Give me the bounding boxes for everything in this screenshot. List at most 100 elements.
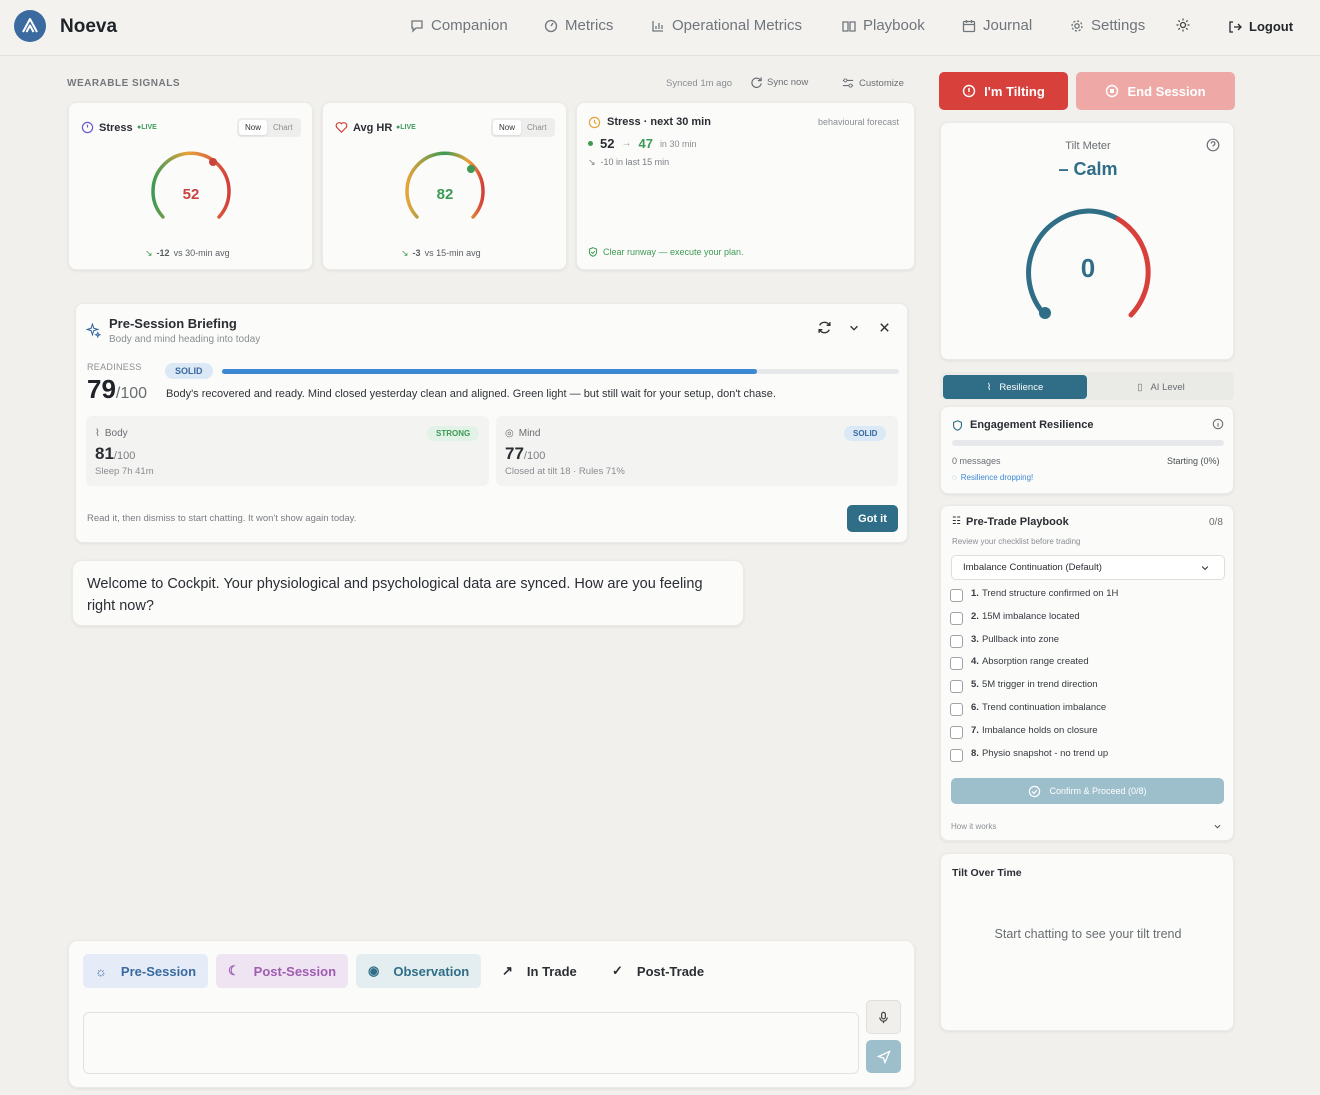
delta-value: -12: [156, 248, 170, 258]
engagement-title: Engagement Resilience: [970, 419, 1094, 431]
readiness-score: 79 /100: [87, 374, 147, 405]
dash-icon: –: [1058, 159, 1074, 179]
mind-label-row: ◎ Mind: [505, 428, 540, 439]
score-value: 77: [505, 444, 524, 463]
stress-card: Stress ●LIVE Now Chart 52 ↘ -12 vs 30-mi…: [68, 102, 313, 270]
phase-post-trade[interactable]: ✓ Post-Trade: [600, 954, 716, 988]
now-tab[interactable]: Now: [493, 120, 522, 135]
list-check-icon: ☷: [952, 516, 961, 527]
tilt-time-title: Tilt Over Time: [952, 867, 1022, 879]
chart-tab[interactable]: Chart: [267, 120, 299, 135]
warning-text: Resilience dropping!: [960, 473, 1034, 482]
item-text: Imbalance holds on closure: [981, 724, 1098, 736]
playbook-checkbox[interactable]: [950, 634, 963, 648]
tilting-label: I'm Tilting: [984, 83, 1045, 99]
item-number: 3.: [971, 633, 979, 645]
item-number: 7.: [971, 724, 979, 736]
playbook-checkbox[interactable]: [950, 611, 963, 625]
heart-icon: [335, 122, 348, 133]
body-score: 81 /100: [95, 444, 135, 464]
forecast-in: in 30 min: [659, 138, 697, 149]
top-bar: Noeva Companion Metrics Operational Metr…: [0, 0, 1320, 56]
message-input[interactable]: [83, 1012, 859, 1074]
nav-companion[interactable]: Companion: [410, 17, 508, 34]
playbook-checkbox[interactable]: [950, 748, 963, 762]
end-session-button[interactable]: End Session: [1076, 72, 1235, 110]
playbook-checkbox[interactable]: [950, 657, 963, 671]
tab-resilience[interactable]: ⌇ Resilience: [943, 375, 1087, 399]
item-text: 5M trigger in trend direction: [981, 679, 1098, 691]
moon-icon: ☾: [228, 963, 240, 978]
item-number: 5.: [971, 679, 979, 691]
sync-now-button[interactable]: Sync now: [750, 76, 808, 89]
sun-icon: [1176, 18, 1190, 32]
mind-card: ◎ Mind SOLID 77 /100 Closed at tilt 18 ·…: [496, 416, 898, 486]
chat-bubble-icon: [411, 19, 423, 33]
how-it-works-link[interactable]: How it works: [951, 822, 996, 831]
delta-value: -3: [412, 248, 421, 258]
view-toggle[interactable]: Now Chart: [491, 118, 555, 137]
send-button[interactable]: [866, 1040, 901, 1073]
check-circle-icon: ✓: [612, 963, 623, 978]
nav-journal[interactable]: Journal: [962, 17, 1032, 34]
forecast-card: Stress · next 30 min behavioural forecas…: [576, 102, 915, 270]
forecast-from: 52: [600, 136, 615, 151]
nav-label: Operational Metrics: [672, 17, 803, 34]
now-tab[interactable]: Now: [239, 120, 268, 135]
item-number: 1.: [971, 588, 979, 599]
theme-toggle[interactable]: [1176, 18, 1190, 32]
brain-icon: ◎: [505, 428, 514, 439]
stop-circle-icon: [1106, 84, 1119, 98]
chevron-down-icon: [1201, 566, 1209, 571]
got-it-button[interactable]: Got it: [847, 505, 898, 532]
score-max: /100: [523, 450, 546, 462]
phase-post-session[interactable]: ☾ Post-Session: [216, 954, 349, 988]
help-icon[interactable]: [1206, 138, 1220, 152]
gauge-icon: [81, 121, 94, 134]
phase-in-trade[interactable]: ↗ In Trade: [490, 954, 589, 988]
playbook-select[interactable]: Imbalance Continuation (Default): [951, 555, 1225, 580]
shield-icon: [953, 420, 962, 431]
stress-label: Stress: [99, 122, 133, 134]
playbook-item: 7. Imbalance holds on closure: [971, 725, 1098, 736]
close-icon[interactable]: [878, 321, 891, 334]
refresh-icon[interactable]: [817, 320, 832, 335]
playbook-item: 6. Trend continuation imbalance: [971, 702, 1106, 713]
playbook-checkbox[interactable]: [950, 725, 963, 739]
phase-observation[interactable]: ◉ Observation: [356, 954, 482, 988]
item-text: Absorption range created: [981, 656, 1089, 668]
trend-down-icon: ↘: [145, 248, 153, 258]
mic-button[interactable]: [866, 1000, 901, 1034]
nav-operational-metrics[interactable]: Operational Metrics: [651, 17, 802, 34]
nav-playbook[interactable]: Playbook: [842, 17, 925, 34]
tilt-over-time-card: Tilt Over Time Start chatting to see you…: [940, 853, 1234, 1031]
chevron-down-icon[interactable]: [848, 322, 860, 334]
playbook-checkbox[interactable]: [950, 589, 963, 602]
confirm-proceed-button[interactable]: Confirm & Proceed (0/8): [951, 778, 1224, 804]
nav-metrics[interactable]: Metrics: [544, 17, 613, 34]
alert-circle-icon: [962, 84, 976, 98]
score-value: 81: [95, 444, 114, 463]
synced-status: Synced 1m ago: [666, 78, 733, 89]
customize-button[interactable]: Customize: [842, 77, 904, 89]
tab-ai-level[interactable]: ▯ AI Level: [1089, 375, 1233, 399]
gauge-icon: [544, 19, 558, 32]
nav-label: Playbook: [863, 17, 925, 34]
info-icon[interactable]: [1212, 418, 1224, 430]
chart-tab[interactable]: Chart: [521, 120, 553, 135]
playbook-checkbox[interactable]: [950, 680, 963, 694]
sync-label: Sync now: [767, 77, 809, 88]
logo-icon[interactable]: [14, 10, 46, 42]
playbook-checkbox[interactable]: [950, 703, 963, 716]
forecast-trend: ↘ -10 in last 15 min: [588, 157, 669, 168]
view-toggle[interactable]: Now Chart: [237, 118, 301, 137]
logout-button[interactable]: Logout: [1228, 19, 1293, 34]
chevron-down-icon[interactable]: [1213, 822, 1222, 831]
alert-icon: ◌: [952, 473, 957, 482]
trending-up-icon: ↗: [502, 963, 513, 978]
tilting-button[interactable]: I'm Tilting: [939, 72, 1068, 110]
engagement-card: Engagement Resilience 0 messages Startin…: [940, 406, 1234, 494]
nav-settings[interactable]: Settings: [1070, 17, 1145, 34]
item-text: Physio snapshot - no trend up: [981, 747, 1109, 759]
phase-pre-session[interactable]: ☼ Pre-Session: [83, 954, 209, 988]
